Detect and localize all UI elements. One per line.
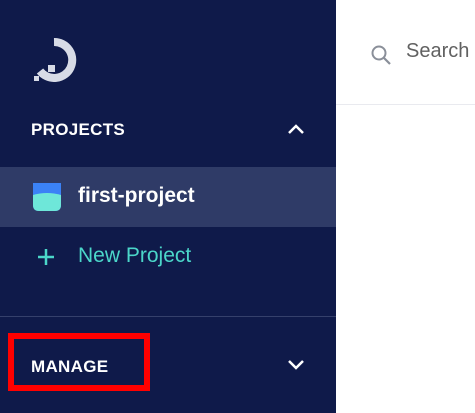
new-project-link[interactable]: New Project <box>0 236 336 280</box>
top-bar: Search <box>336 0 475 105</box>
project-icon <box>33 183 61 211</box>
projects-section-header[interactable]: PROJECTS <box>0 112 336 150</box>
digitalocean-logo-icon[interactable] <box>28 38 80 82</box>
sidebar-item-first-project[interactable]: first-project <box>0 167 336 227</box>
manage-highlight-box <box>8 333 150 391</box>
chevron-up-icon[interactable] <box>284 118 308 142</box>
project-label: first-project <box>78 184 195 207</box>
chevron-down-icon[interactable] <box>284 352 308 376</box>
new-project-label: New Project <box>78 244 192 267</box>
app-root: PROJECTS first-project New Project MANAG… <box>0 0 475 413</box>
search-icon <box>371 45 391 65</box>
sidebar-divider <box>0 316 336 317</box>
main-area: Search <box>336 0 475 413</box>
plus-icon <box>38 249 54 265</box>
search-input[interactable]: Search <box>406 40 469 63</box>
projects-title: PROJECTS <box>31 120 126 139</box>
sidebar: PROJECTS first-project New Project MANAG… <box>0 0 336 413</box>
